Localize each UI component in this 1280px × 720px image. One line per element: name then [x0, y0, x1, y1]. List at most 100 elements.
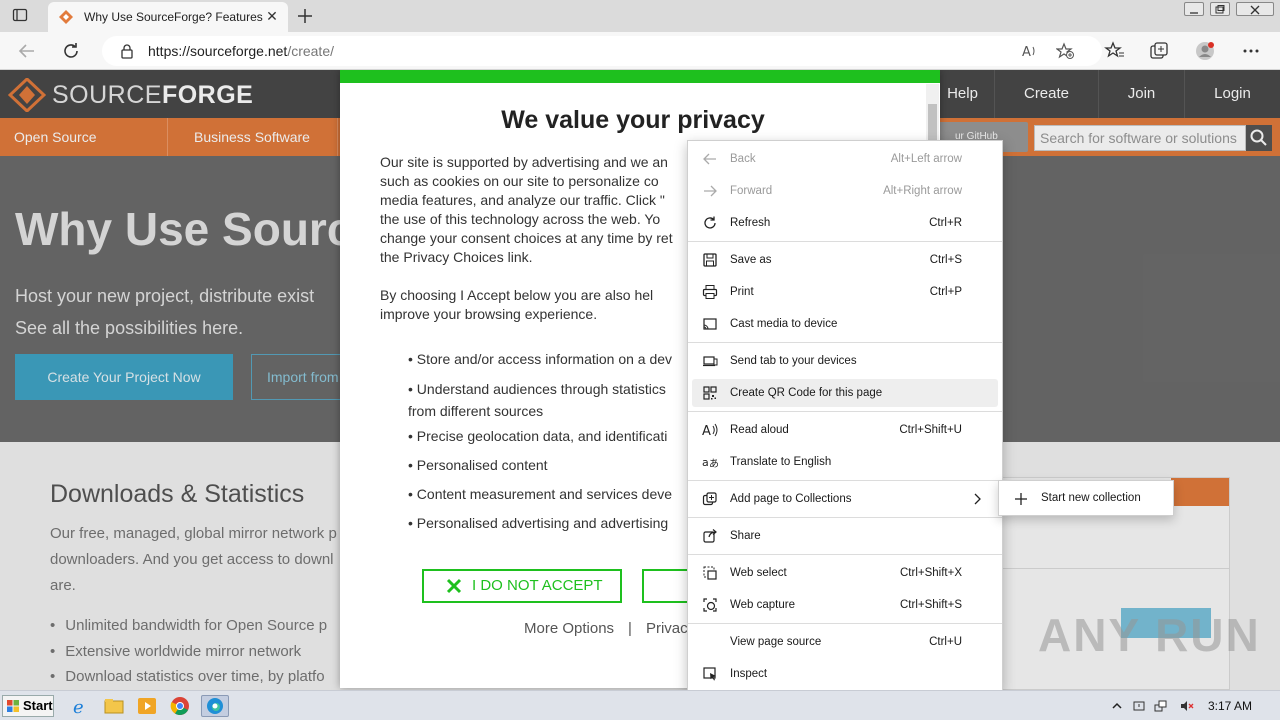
minimize-window-button[interactable] [1184, 2, 1204, 16]
forward-arrow-icon [704, 185, 717, 197]
svg-text:A: A [1022, 45, 1031, 60]
menu-item-inspect[interactable]: Inspect [692, 660, 998, 688]
webpage: SOURCEFORGE Help Create Join Login Open … [0, 70, 1280, 690]
menu-separator [688, 411, 1002, 412]
internet-explorer-icon[interactable]: e [68, 695, 92, 717]
dialog-title: We value your privacy [501, 106, 765, 134]
sourceforge-favicon-icon [59, 10, 73, 24]
menu-item-web-capture[interactable]: Web capture Ctrl+Shift+S [692, 591, 998, 619]
refresh-icon[interactable] [60, 40, 82, 62]
windows-flag-icon [7, 700, 19, 712]
read-aloud-icon[interactable]: A [1020, 42, 1038, 60]
dialog-purpose-list: Store and/or access information on a dev… [408, 345, 672, 538]
devices-icon [703, 356, 718, 367]
windows-taskbar: Start e 3:17 AM [0, 690, 1280, 720]
web-capture-icon [703, 598, 717, 612]
edge-taskbar-button[interactable] [201, 695, 229, 717]
add-favorite-icon[interactable] [1056, 42, 1074, 60]
collections-icon[interactable] [1148, 40, 1170, 62]
chevron-right-icon [974, 493, 981, 505]
share-icon [703, 529, 717, 543]
menu-item-translate[interactable]: aあ Translate to English [692, 448, 998, 476]
list-item: Personalised content [408, 451, 672, 480]
tab-strip: Why Use SourceForge? Features a ✕ [0, 0, 1280, 32]
network-icon[interactable] [1154, 699, 1168, 713]
media-player-icon[interactable] [135, 695, 159, 717]
new-tab-icon[interactable] [294, 5, 316, 27]
menu-item-view-source[interactable]: View page source Ctrl+U [692, 628, 998, 656]
collections-icon [702, 492, 717, 506]
context-menu: Back Alt+Left arrow Forward Alt+Right arro… [687, 140, 1003, 691]
svg-text:あ: あ [709, 458, 718, 470]
read-aloud-icon: A [702, 423, 718, 438]
more-options-icon[interactable] [1240, 40, 1262, 62]
menu-item-qr-code[interactable]: Create QR Code for this page [692, 379, 998, 407]
anyrun-watermark: ANY RUN [1038, 609, 1261, 661]
file-explorer-icon[interactable] [102, 695, 126, 717]
list-item: Understand audiences through statistics [408, 378, 672, 400]
menu-separator [688, 517, 1002, 518]
list-item: Personalised advertising and advertising [408, 509, 672, 538]
web-select-icon [703, 566, 717, 580]
list-item: Content measurement and services deve [408, 480, 672, 509]
menu-item-cast[interactable]: Cast media to device [692, 310, 998, 338]
plus-icon [1015, 493, 1027, 505]
svg-text:A: A [702, 424, 711, 438]
menu-item-refresh[interactable]: Refresh Ctrl+R [692, 209, 998, 237]
dialog-accent-bar [340, 70, 940, 83]
list-item: Store and/or access information on a dev [408, 345, 672, 374]
action-center-icon[interactable] [1132, 699, 1146, 713]
system-clock[interactable]: 3:17 AM [1208, 699, 1252, 713]
profile-avatar-icon[interactable] [1194, 40, 1216, 62]
cast-icon [703, 318, 717, 330]
tab-close-icon[interactable]: ✕ [264, 8, 280, 24]
close-window-button[interactable] [1236, 2, 1274, 16]
menu-item-add-to-collections[interactable]: Add page to Collections [692, 485, 998, 513]
chrome-icon[interactable] [168, 695, 192, 717]
menu-separator [688, 623, 1002, 624]
menu-item-web-select[interactable]: Web select Ctrl+Shift+X [692, 559, 998, 587]
lock-icon[interactable] [120, 43, 134, 59]
close-x-icon [446, 578, 462, 594]
menu-item-send-tab[interactable]: Send tab to your devices [692, 347, 998, 375]
tab-title: Why Use SourceForge? Features a [84, 10, 264, 24]
menu-separator [688, 554, 1002, 555]
menu-item-save-as[interactable]: Save as Ctrl+S [692, 246, 998, 274]
qr-code-icon [703, 386, 717, 400]
tab-actions-icon[interactable] [12, 7, 28, 23]
menu-item-print[interactable]: Print Ctrl+P [692, 278, 998, 306]
menu-separator [688, 342, 1002, 343]
tray-expand-icon[interactable] [1110, 699, 1124, 713]
menu-separator [688, 480, 1002, 481]
menu-item-back[interactable]: Back Alt+Left arrow [692, 145, 998, 173]
svg-text:a: a [702, 456, 709, 469]
favorites-icon[interactable] [1104, 40, 1126, 62]
browser-tab[interactable]: Why Use SourceForge? Features a ✕ [48, 2, 288, 32]
back-arrow-icon[interactable] [16, 40, 38, 62]
url-text: https://sourceforge.net/create/ [148, 43, 335, 59]
menu-item-read-aloud[interactable]: A Read aloud Ctrl+Shift+U [692, 416, 998, 444]
refresh-icon [704, 216, 716, 229]
svg-text:e: e [73, 697, 84, 717]
edge-icon [207, 698, 223, 714]
menu-item-share[interactable]: Share [692, 522, 998, 550]
inspect-icon [703, 667, 716, 681]
more-options-link[interactable]: More Options [524, 620, 614, 637]
do-not-accept-button[interactable]: I DO NOT ACCEPT [422, 569, 622, 603]
address-input[interactable]: https://sourceforge.net/create/ A [102, 36, 1102, 66]
translate-icon: aあ [702, 456, 718, 470]
start-new-collection-item[interactable]: Start new collection [1041, 492, 1141, 504]
list-item: Precise geolocation data, and identifica… [408, 422, 672, 451]
save-icon [703, 253, 717, 267]
dialog-links: More Options | Privac [524, 620, 688, 637]
list-item-continued: from different sources [408, 403, 544, 419]
menu-separator [688, 241, 1002, 242]
menu-item-forward[interactable]: Forward Alt+Right arrow [692, 177, 998, 205]
volume-muted-icon[interactable] [1180, 699, 1194, 713]
collections-submenu: Start new collection [998, 480, 1174, 516]
print-icon [702, 285, 718, 299]
restore-window-button[interactable] [1210, 2, 1230, 16]
back-arrow-icon [703, 153, 716, 165]
privacy-policy-link[interactable]: Privac [646, 620, 688, 637]
start-button[interactable]: Start [2, 695, 54, 717]
